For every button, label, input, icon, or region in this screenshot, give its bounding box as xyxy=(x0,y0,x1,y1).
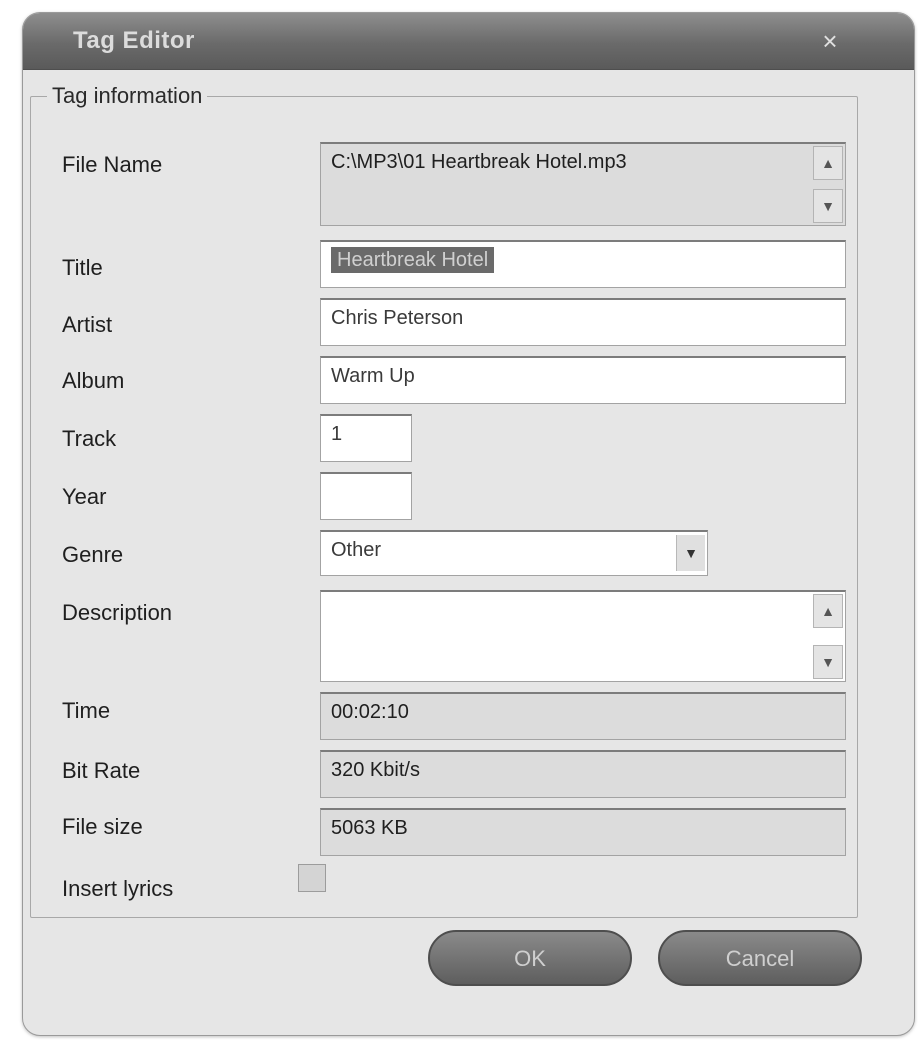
ok-button[interactable]: OK xyxy=(428,930,632,986)
album-value: Warm Up xyxy=(331,365,415,387)
time-value: 00:02:10 xyxy=(331,701,409,723)
scroll-up-icon[interactable]: ▲ xyxy=(813,594,843,628)
genre-value: Other xyxy=(331,539,382,561)
time-label: Time xyxy=(62,698,111,723)
title-bar[interactable]: Tag Editor × xyxy=(23,13,914,70)
genre-select[interactable]: Other ▼ xyxy=(320,530,708,576)
year-label: Year xyxy=(62,484,107,509)
album-label: Album xyxy=(62,368,125,393)
file-name-scrollbar[interactable]: ▲ ▼ xyxy=(813,146,843,223)
album-input[interactable]: Warm Up xyxy=(320,356,846,404)
bit-rate-value: 320 Kbit/s xyxy=(331,759,420,781)
file-name-field[interactable]: C:\MP3\01 Heartbreak Hotel.mp3 ▲ ▼ xyxy=(320,142,846,226)
close-icon[interactable]: × xyxy=(815,27,845,55)
scroll-down-icon[interactable]: ▼ xyxy=(813,189,843,223)
description-label: Description xyxy=(62,600,173,625)
chevron-down-icon[interactable]: ▼ xyxy=(676,535,705,571)
title-value: Heartbreak Hotel xyxy=(331,247,495,273)
title-label: Title xyxy=(62,255,103,280)
file-size-label: File size xyxy=(62,814,143,839)
file-size-field: 5063 KB xyxy=(320,808,846,856)
artist-input[interactable]: Chris Peterson xyxy=(320,298,846,346)
title-input[interactable]: Heartbreak Hotel xyxy=(320,240,846,288)
track-value: 1 xyxy=(331,423,343,445)
bit-rate-field: 320 Kbit/s xyxy=(320,750,846,798)
genre-label: Genre xyxy=(62,542,124,567)
description-textarea[interactable]: ▲ ▼ xyxy=(320,590,846,682)
dialog-title: Tag Editor xyxy=(73,27,195,54)
cancel-button[interactable]: Cancel xyxy=(658,930,862,986)
track-input[interactable]: 1 xyxy=(320,414,412,462)
file-name-value: C:\MP3\01 Heartbreak Hotel.mp3 xyxy=(331,151,627,173)
scroll-up-icon[interactable]: ▲ xyxy=(813,146,843,180)
artist-value: Chris Peterson xyxy=(331,307,464,329)
year-input[interactable] xyxy=(320,472,412,520)
insert-lyrics-label: Insert lyrics xyxy=(62,876,174,901)
artist-label: Artist xyxy=(62,312,113,337)
time-field: 00:02:10 xyxy=(320,692,846,740)
insert-lyrics-checkbox[interactable] xyxy=(298,864,326,892)
description-scrollbar[interactable]: ▲ ▼ xyxy=(813,594,843,679)
group-legend: Tag information xyxy=(47,83,208,109)
bit-rate-label: Bit Rate xyxy=(62,758,141,783)
scroll-down-icon[interactable]: ▼ xyxy=(813,645,843,679)
file-size-value: 5063 KB xyxy=(331,817,408,839)
track-label: Track xyxy=(62,426,117,451)
file-name-label: File Name xyxy=(62,152,163,177)
